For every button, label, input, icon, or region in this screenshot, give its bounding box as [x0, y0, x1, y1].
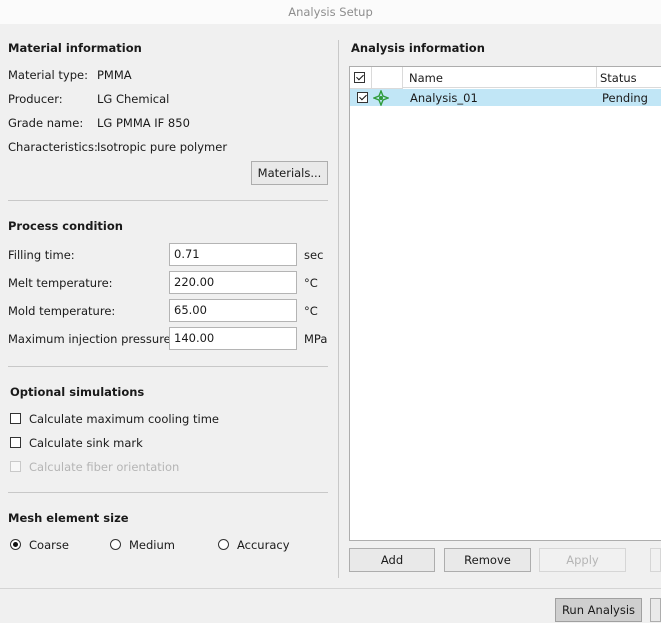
injection-pressure-input[interactable]: 140.00 — [169, 327, 297, 350]
coarse-radio[interactable] — [10, 539, 21, 550]
material-section-title: Material information — [8, 41, 142, 55]
column-header-status[interactable]: Status — [597, 67, 661, 88]
filling-time-unit: sec — [304, 248, 324, 262]
grade-name-label: Grade name: — [8, 116, 84, 130]
grade-name-value: LG PMMA IF 850 — [97, 116, 190, 130]
filling-time-input[interactable]: 0.71 — [169, 243, 297, 266]
sink-mark-label[interactable]: Calculate sink mark — [29, 436, 143, 450]
producer-value: LG Chemical — [97, 92, 170, 106]
optional-section-title: Optional simulations — [10, 385, 145, 399]
characteristics-label: Characteristics: — [8, 140, 98, 154]
fiber-orientation-label: Calculate fiber orientation — [29, 460, 180, 474]
coarse-label[interactable]: Coarse — [29, 538, 69, 552]
mold-temperature-label: Mold temperature: — [8, 304, 116, 318]
process-section-title: Process condition — [8, 219, 123, 233]
injection-pressure-label: Maximum injection pressure: — [8, 332, 175, 346]
analysis-section-title: Analysis information — [351, 41, 485, 55]
fiber-orientation-checkbox — [10, 461, 21, 472]
accuracy-label[interactable]: Accuracy — [237, 538, 290, 552]
analysis-target-icon — [373, 90, 389, 106]
apply-button: Apply — [539, 548, 626, 572]
material-type-value: PMMA — [97, 68, 132, 82]
medium-label[interactable]: Medium — [129, 538, 175, 552]
melt-temperature-label: Melt temperature: — [8, 276, 113, 290]
melt-temperature-input[interactable]: 220.00 — [169, 271, 297, 294]
row-checkbox[interactable] — [357, 92, 368, 103]
cooling-time-label[interactable]: Calculate maximum cooling time — [29, 412, 219, 426]
characteristics-value: Isotropic pure polymer — [97, 140, 228, 154]
injection-pressure-unit: MPa — [304, 332, 328, 346]
analysis-table[interactable]: Name Status Analysis_01 Pending — [349, 66, 661, 541]
header-checkbox-cell[interactable] — [350, 67, 372, 89]
header-icon-cell — [372, 67, 403, 89]
footer-divider — [0, 588, 661, 589]
close-button-partial[interactable] — [650, 598, 661, 622]
extra-button-partial — [650, 548, 661, 572]
filling-time-label: Filling time: — [8, 248, 75, 262]
divider — [8, 492, 328, 493]
divider — [8, 366, 328, 367]
melt-temperature-unit: °C — [304, 276, 318, 290]
row-name: Analysis_01 — [410, 91, 478, 105]
select-all-checkbox[interactable] — [354, 72, 365, 83]
mold-temperature-unit: °C — [304, 304, 318, 318]
table-row[interactable]: Analysis_01 Pending — [350, 89, 661, 106]
add-button[interactable]: Add — [349, 548, 435, 572]
divider — [8, 200, 328, 201]
run-analysis-button[interactable]: Run Analysis — [555, 598, 642, 622]
panel-divider — [338, 40, 339, 578]
sink-mark-checkbox[interactable] — [10, 437, 21, 448]
materials-button[interactable]: Materials... — [251, 161, 328, 185]
window-title: Analysis Setup — [0, 0, 661, 24]
accuracy-radio[interactable] — [218, 539, 229, 550]
column-header-name[interactable]: Name — [403, 67, 597, 88]
material-type-label: Material type: — [8, 68, 88, 82]
row-status: Pending — [602, 91, 648, 105]
medium-radio[interactable] — [110, 539, 121, 550]
mold-temperature-input[interactable]: 65.00 — [169, 299, 297, 322]
mesh-section-title: Mesh element size — [8, 511, 129, 525]
remove-button[interactable]: Remove — [444, 548, 531, 572]
producer-label: Producer: — [8, 92, 63, 106]
cooling-time-checkbox[interactable] — [10, 413, 21, 424]
